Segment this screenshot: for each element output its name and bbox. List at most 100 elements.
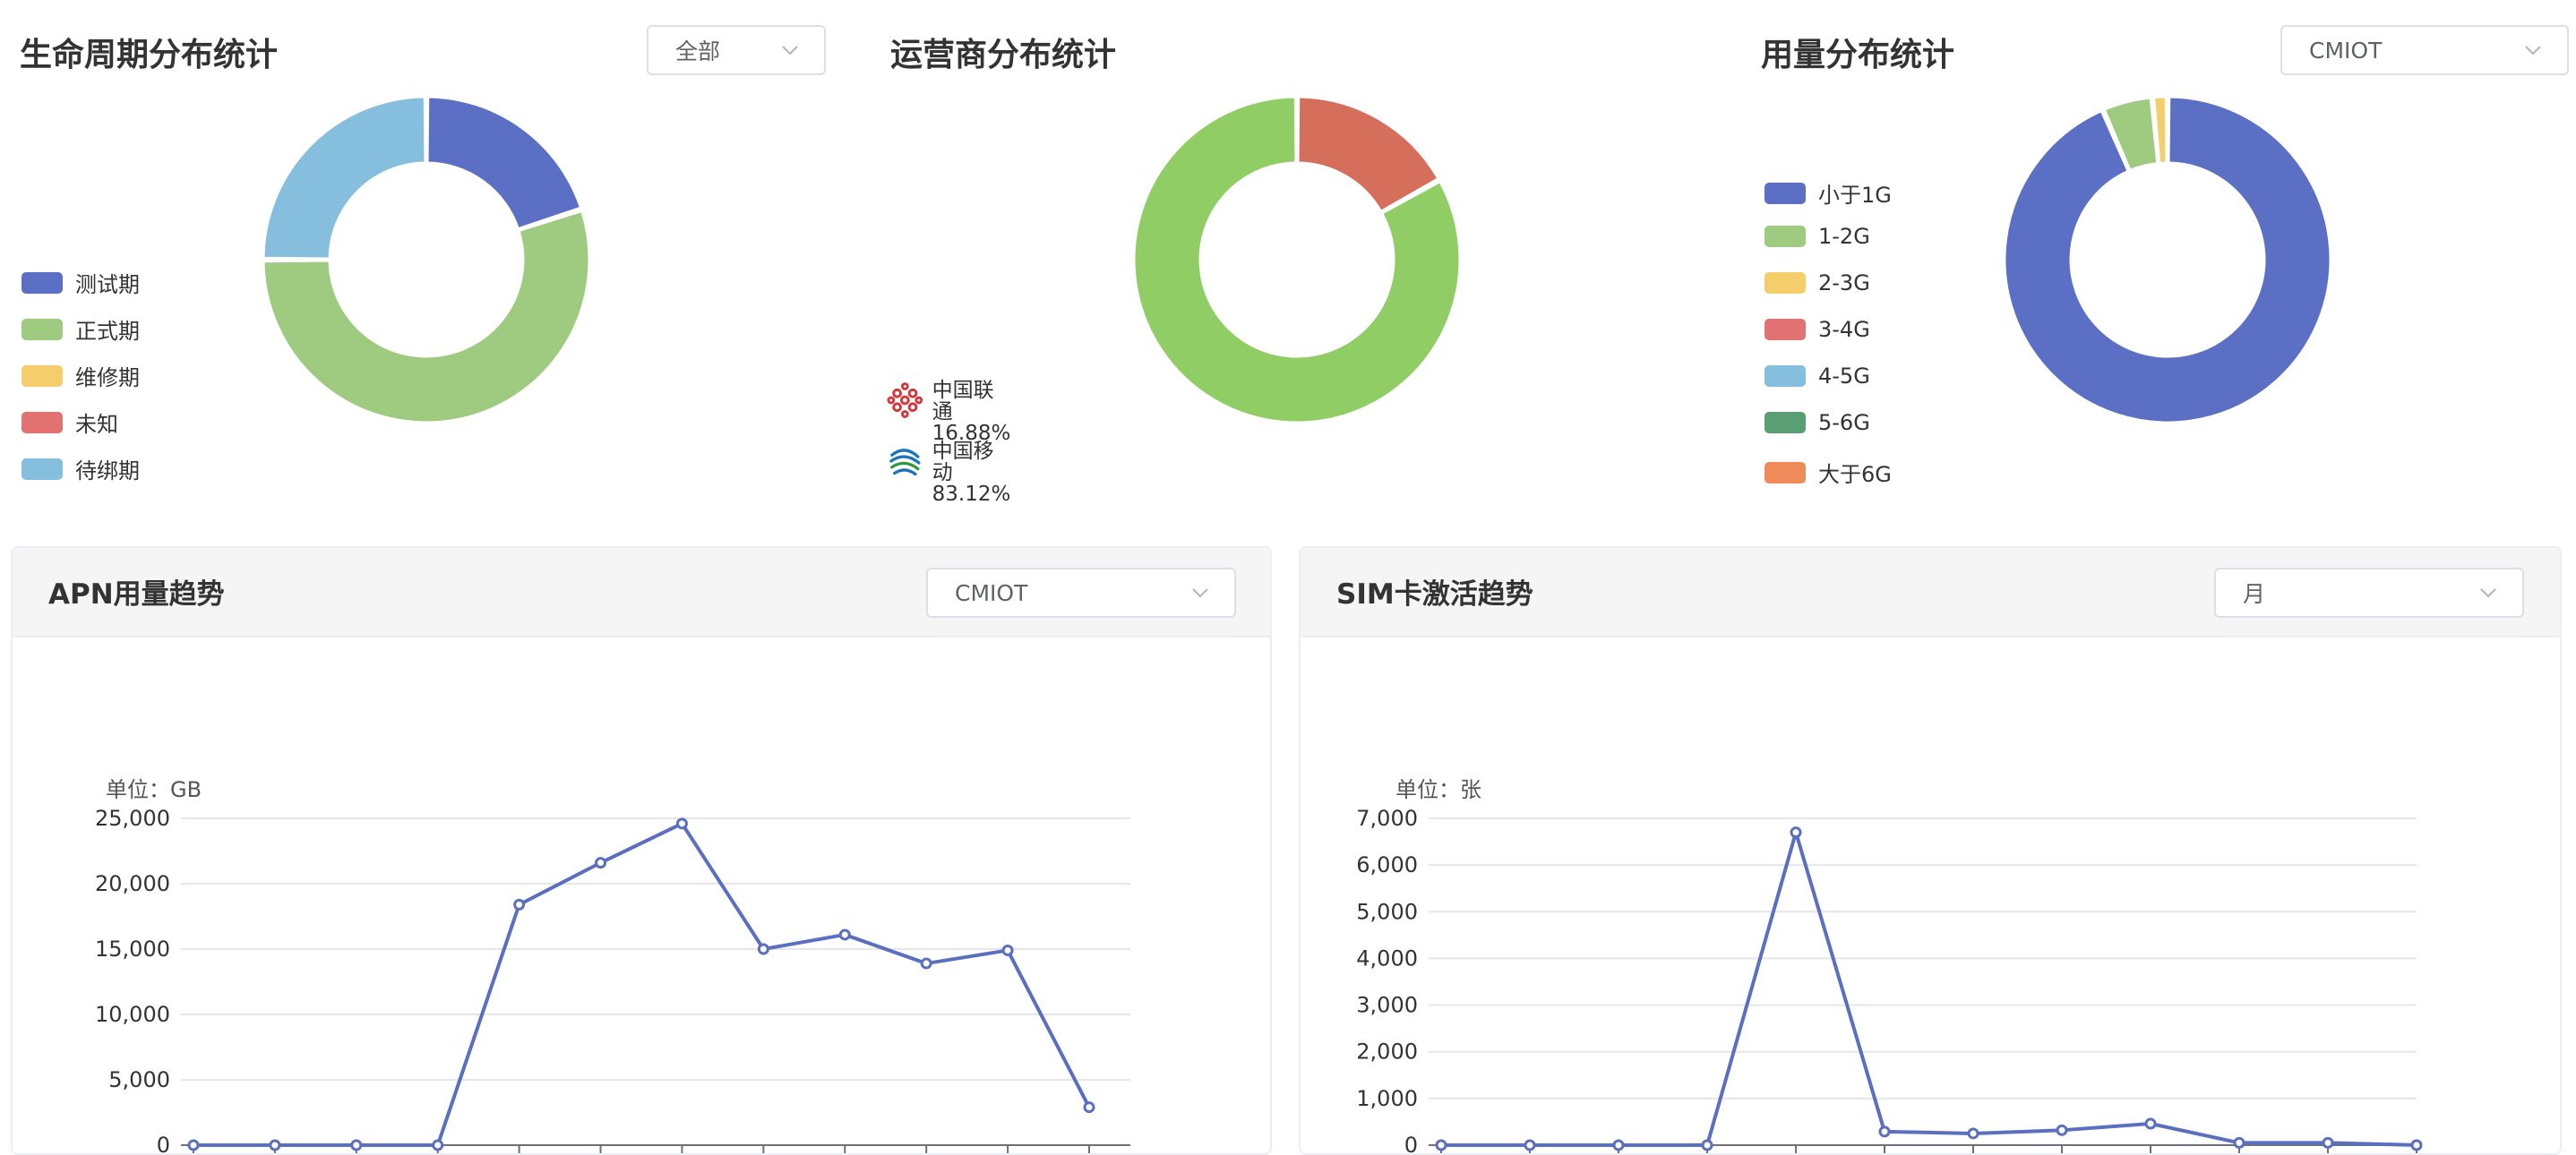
legend-item[interactable]: 1-2G <box>1765 224 1870 249</box>
legend-item[interactable]: 测试期 <box>21 267 140 298</box>
legend-label: 维修期 <box>75 365 140 390</box>
series-line <box>193 821 1091 1147</box>
donut-slice[interactable] <box>425 95 583 231</box>
legend-swatch <box>21 318 63 340</box>
legend-label: 待绑期 <box>75 458 140 483</box>
y-tick-label: 5,000 <box>108 1067 170 1092</box>
legend-label: 小于1G <box>1818 183 1892 208</box>
usage-title: 用量分布统计 <box>1761 37 1955 73</box>
legend-swatch <box>21 411 63 433</box>
sim-activation-panel: SIM卡激活趋势 月 单位：张 0 1,000 2,000 3,000 4,000 5,00… <box>1299 546 2562 1155</box>
chevron-down-icon <box>2525 46 2541 56</box>
data-point[interactable] <box>1701 1139 1713 1151</box>
chevron-down-icon <box>2480 588 2496 598</box>
legend-item[interactable]: 维修期 <box>21 360 140 391</box>
data-point[interactable] <box>2233 1136 2245 1149</box>
data-point[interactable] <box>920 957 932 970</box>
data-point[interactable] <box>2410 1139 2423 1151</box>
data-point[interactable] <box>1083 1101 1095 1114</box>
legend-label: 3-4G <box>1818 317 1870 342</box>
usage-filter-select[interactable]: CMIOT <box>2280 25 2569 75</box>
legend-item[interactable]: 小于1G <box>1765 177 1892 209</box>
sim-period-select[interactable]: 月 <box>2214 568 2524 618</box>
operator-name: 中国移动 <box>932 440 994 484</box>
apn-usage-panel: APN用量趋势 CMIOT 单位：GB 0 5,000 10,000 15,000 20,… <box>11 546 1272 1155</box>
lifecycle-title: 生命周期分布统计 <box>20 37 279 73</box>
data-point[interactable] <box>513 898 526 911</box>
y-tick-label: 10,000 <box>95 1002 170 1027</box>
operator-name: 中国联通 <box>932 379 994 424</box>
legend-label: 正式期 <box>75 319 140 344</box>
legend-item[interactable]: 大于6G <box>1765 457 1892 488</box>
data-point[interactable] <box>187 1139 200 1151</box>
legend-label: 5-6G <box>1818 410 1870 435</box>
legend-swatch <box>1765 272 1806 294</box>
legend-item[interactable]: 2-3G <box>1765 270 1870 295</box>
legend-item[interactable]: 3-4G <box>1765 317 1870 342</box>
usage-filter-value: CMIOT <box>2309 37 2383 64</box>
operator-title: 运营商分布统计 <box>890 37 1117 73</box>
legend-label: 1-2G <box>1818 224 1870 249</box>
lifecycle-filter-select[interactable]: 全部 <box>647 25 826 75</box>
legend-swatch <box>1765 461 1806 483</box>
data-point[interactable] <box>1435 1139 1447 1151</box>
y-tick-label: 4,000 <box>1356 945 1418 971</box>
chevron-down-icon <box>1192 588 1208 598</box>
panel-header: SIM卡激活趋势 月 <box>1301 548 2560 637</box>
panel-header: APN用量趋势 CMIOT <box>13 548 1270 637</box>
legend-item[interactable]: 5-6G <box>1765 410 1870 435</box>
legend-swatch <box>1765 182 1806 204</box>
donut-slice[interactable] <box>262 95 427 261</box>
legend-swatch <box>1765 365 1806 387</box>
y-tick-label: 2,000 <box>1356 1040 1418 1065</box>
legend-label: 2-3G <box>1818 270 1870 295</box>
legend-swatch <box>21 271 63 294</box>
apn-filter-select[interactable]: CMIOT <box>926 568 1236 618</box>
operator-donut-chart <box>1132 95 1462 424</box>
legend-item[interactable]: 4-5G <box>1765 364 1870 389</box>
data-point[interactable] <box>595 857 607 869</box>
legend-swatch <box>1765 319 1806 340</box>
y-tick-label: 6,000 <box>1356 852 1418 877</box>
operator-percent: 83.12% <box>932 483 1011 506</box>
legend-item[interactable]: 待绑期 <box>21 453 140 484</box>
legend-item-unicom[interactable]: 中国联通 16.88% <box>887 380 1012 444</box>
y-tick-label: 25,000 <box>95 806 170 831</box>
legend-swatch <box>21 364 63 387</box>
data-point[interactable] <box>269 1139 281 1151</box>
data-point[interactable] <box>350 1139 363 1151</box>
data-point[interactable] <box>838 928 851 941</box>
legend-swatch <box>1765 412 1806 433</box>
data-point[interactable] <box>675 817 688 830</box>
chevron-down-icon <box>782 46 798 56</box>
unit-label: 单位：GB <box>106 777 202 802</box>
lifecycle-donut-chart <box>262 95 591 424</box>
china-unicom-logo-icon <box>887 382 923 418</box>
data-point[interactable] <box>2322 1136 2334 1149</box>
data-point[interactable] <box>1612 1139 1625 1151</box>
sim-panel-title: SIM卡激活趋势 <box>1336 578 1533 611</box>
apn-filter-value: CMIOT <box>955 579 1028 606</box>
unit-label: 单位：张 <box>1395 777 1481 802</box>
legend-swatch <box>21 458 63 480</box>
legend-item[interactable]: 正式期 <box>21 313 140 345</box>
data-point[interactable] <box>1878 1125 1891 1138</box>
legend-item[interactable]: 未知 <box>21 406 118 438</box>
china-mobile-logo-icon <box>889 449 921 476</box>
y-tick-label: 3,000 <box>1356 993 1418 1018</box>
y-tick-label: 0 <box>157 1133 170 1155</box>
data-point[interactable] <box>1967 1127 1979 1140</box>
data-point[interactable] <box>757 943 769 955</box>
sim-line-chart: 单位：张 0 1,000 2,000 3,000 4,000 5,000 6,000 7,000… <box>1356 777 2423 1153</box>
data-point[interactable] <box>2144 1117 2157 1130</box>
y-tick-label: 20,000 <box>95 871 170 896</box>
data-point[interactable] <box>432 1139 444 1151</box>
data-point[interactable] <box>2056 1124 2068 1136</box>
y-tick-label: 1,000 <box>1356 1086 1418 1111</box>
usage-donut-chart <box>2003 95 2332 424</box>
legend-item-mobile[interactable]: 中国移动 83.12% <box>887 441 1012 505</box>
sim-period-value: 月 <box>2243 581 2266 607</box>
data-point[interactable] <box>1524 1139 1536 1151</box>
data-point[interactable] <box>1001 944 1014 956</box>
data-point[interactable] <box>1790 826 1802 839</box>
